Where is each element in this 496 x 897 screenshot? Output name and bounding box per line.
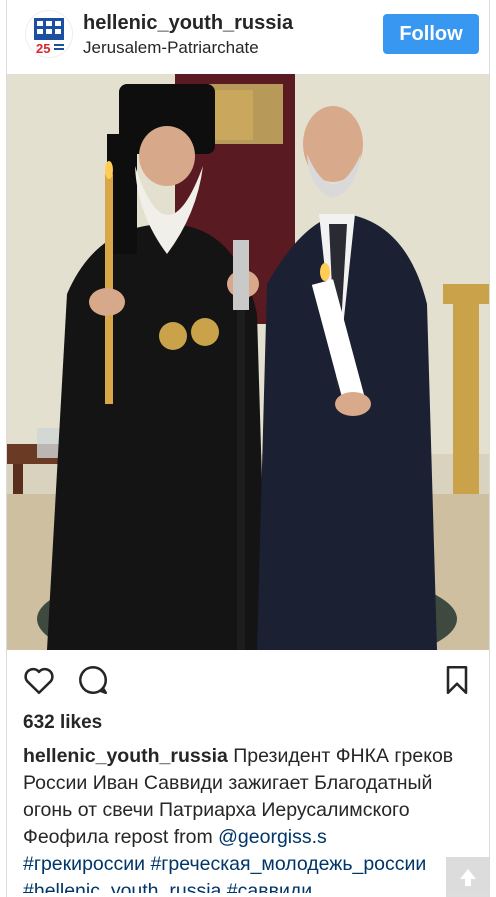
post-header: 25 hellenic_youth_russia Jerusalem-Patri… [7,0,489,74]
post-actions [7,656,489,704]
post-photo[interactable] [7,74,489,650]
arrow-up-icon [460,869,476,886]
post-location[interactable]: Jerusalem-Patriarchate [83,38,259,58]
likes-count[interactable]: 632 likes [23,712,102,734]
bookmark-icon[interactable] [439,662,475,698]
post-caption: hellenic_youth_russia Президент ФНКА гре… [23,743,475,893]
caption-hashtags-line1[interactable]: #грекироссии #греческая_молодежь_россии [23,853,426,875]
scroll-to-top-button[interactable] [446,857,490,897]
post-username[interactable]: hellenic_youth_russia [83,12,293,35]
caption-hashtags-line2[interactable]: #hellenic_youth_russia #саввиди [23,880,312,893]
follow-button[interactable]: Follow [383,14,479,54]
comment-icon[interactable] [75,662,111,698]
avatar[interactable]: 25 [25,10,73,58]
caption-mention[interactable]: @georgiss.s [218,826,327,848]
avatar-badge: 25 [36,41,50,56]
post-card: 25 hellenic_youth_russia Jerusalem-Patri… [6,0,490,897]
caption-username[interactable]: hellenic_youth_russia [23,745,228,767]
heart-icon[interactable] [21,662,57,698]
